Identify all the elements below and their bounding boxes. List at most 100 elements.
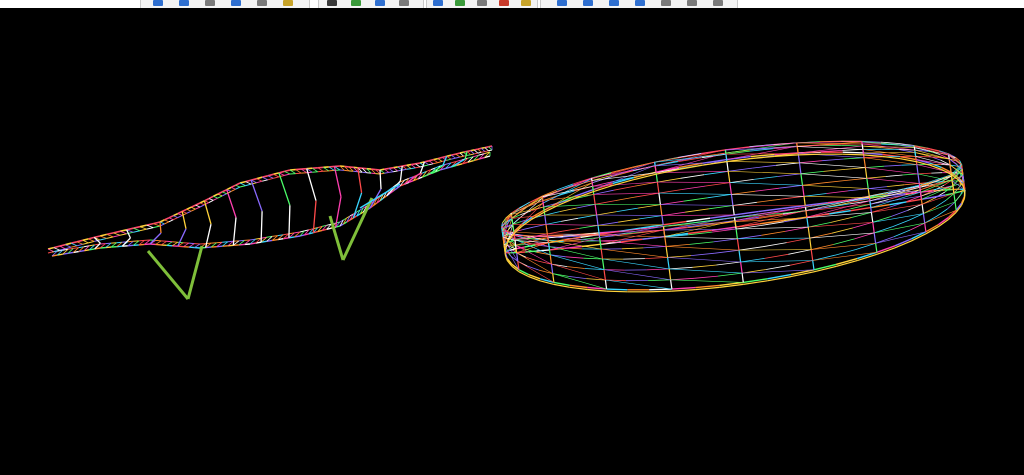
top-chord — [379, 168, 385, 171]
top-chord — [388, 166, 394, 170]
truss-diagonal — [406, 164, 412, 169]
shell-ring — [777, 173, 801, 177]
top-chord — [139, 228, 147, 232]
truss-diagonal — [59, 245, 66, 250]
shell-ring — [944, 188, 954, 191]
top-chord — [199, 200, 205, 204]
truss-diagonal — [166, 241, 173, 246]
section-icon[interactable] — [521, 0, 531, 6]
shell-rib — [738, 250, 742, 263]
bridge-truss-model[interactable] — [47, 145, 493, 300]
shell-diagonal — [812, 252, 877, 261]
arrow-down-icon[interactable] — [635, 0, 645, 6]
shell-ring — [613, 185, 636, 191]
shell-ring — [681, 185, 706, 190]
pointer-icon[interactable] — [205, 0, 215, 6]
rib-member — [333, 166, 342, 197]
wireframe-canvas[interactable] — [0, 8, 1024, 475]
shell-rib — [552, 273, 555, 283]
shell-ring — [637, 204, 661, 209]
shell-ring — [762, 242, 787, 248]
support-leg — [186, 245, 204, 300]
shell-rib — [724, 150, 727, 155]
shell-rib — [913, 146, 916, 151]
shell-diagonal — [802, 185, 869, 189]
truss-diagonal — [76, 241, 83, 245]
shell-ring — [779, 184, 803, 189]
arrow-up-icon[interactable] — [609, 0, 619, 6]
member-icon[interactable] — [455, 0, 465, 6]
arrow-left-icon[interactable] — [557, 0, 567, 6]
zoom-out-icon[interactable] — [687, 0, 697, 6]
shell-ring — [644, 257, 668, 259]
shell-diagonal — [513, 202, 544, 232]
shell-rib — [545, 224, 548, 234]
top-chord — [393, 166, 398, 169]
truss-diagonal — [217, 193, 223, 197]
support-icon[interactable] — [477, 0, 487, 6]
shell-diagonal — [800, 173, 867, 179]
shell-ring — [776, 162, 800, 166]
load-icon[interactable] — [499, 0, 509, 6]
view-front-icon[interactable] — [327, 0, 337, 6]
shell-diagonal — [871, 204, 923, 213]
truss-diagonal — [119, 230, 127, 235]
zoom-icon[interactable] — [283, 0, 293, 6]
refresh-icon[interactable] — [713, 0, 723, 6]
shell-ring — [738, 246, 764, 251]
shell-ring — [917, 172, 932, 175]
top-chord — [328, 169, 335, 172]
shell-ring — [533, 224, 547, 228]
toolbar-group-nav — [540, 0, 738, 8]
shell-diagonal — [796, 142, 863, 145]
shell-ring — [565, 256, 584, 259]
shell-rib — [807, 227, 811, 239]
zoom-in-icon[interactable] — [661, 0, 671, 6]
truss-diagonal — [267, 175, 274, 179]
brace-member — [359, 183, 401, 209]
shell-ring — [755, 187, 780, 192]
top-chord — [273, 172, 280, 176]
shell-rib — [861, 143, 864, 150]
redo-icon[interactable] — [179, 0, 189, 6]
truss-diagonal — [153, 223, 161, 227]
top-chord — [208, 195, 214, 200]
truss-diagonal — [433, 159, 439, 163]
truss-diagonal — [450, 154, 456, 159]
truss-diagonal — [424, 161, 430, 166]
shell-ring — [550, 254, 566, 258]
view-3d-icon[interactable] — [399, 0, 409, 6]
dome-shell-model[interactable] — [501, 140, 966, 293]
view-side-icon[interactable] — [375, 0, 385, 6]
shell-rib — [922, 213, 926, 224]
shell-rib — [549, 254, 552, 265]
shell-ring — [689, 241, 714, 245]
view-top-icon[interactable] — [351, 0, 361, 6]
pan-icon[interactable] — [257, 0, 267, 6]
rotate-icon[interactable] — [231, 0, 241, 6]
shell-ring — [707, 194, 732, 199]
shell-ring — [731, 190, 756, 195]
top-chord — [415, 166, 421, 169]
shell-ring — [788, 249, 812, 255]
shell-ring — [522, 226, 534, 231]
shell-rib — [736, 238, 740, 251]
shell-rib — [592, 186, 595, 195]
truss-diagonal — [47, 248, 54, 252]
arrow-right-icon[interactable] — [583, 0, 593, 6]
shell-ring — [892, 219, 910, 228]
model-viewport[interactable] — [0, 8, 1024, 475]
truss-diagonal — [273, 173, 280, 178]
truss-diagonal — [428, 160, 434, 165]
undo-icon[interactable] — [153, 0, 163, 6]
top-chord — [230, 184, 236, 189]
bottom-chord — [188, 246, 195, 249]
node-icon[interactable] — [433, 0, 443, 6]
shell-rib — [511, 218, 514, 225]
truss-diagonal — [401, 165, 407, 170]
top-chord — [388, 171, 394, 173]
shell-ring — [811, 244, 834, 250]
shell-rim — [606, 290, 628, 293]
shell-rib — [862, 149, 865, 158]
shell-ring — [536, 249, 550, 252]
